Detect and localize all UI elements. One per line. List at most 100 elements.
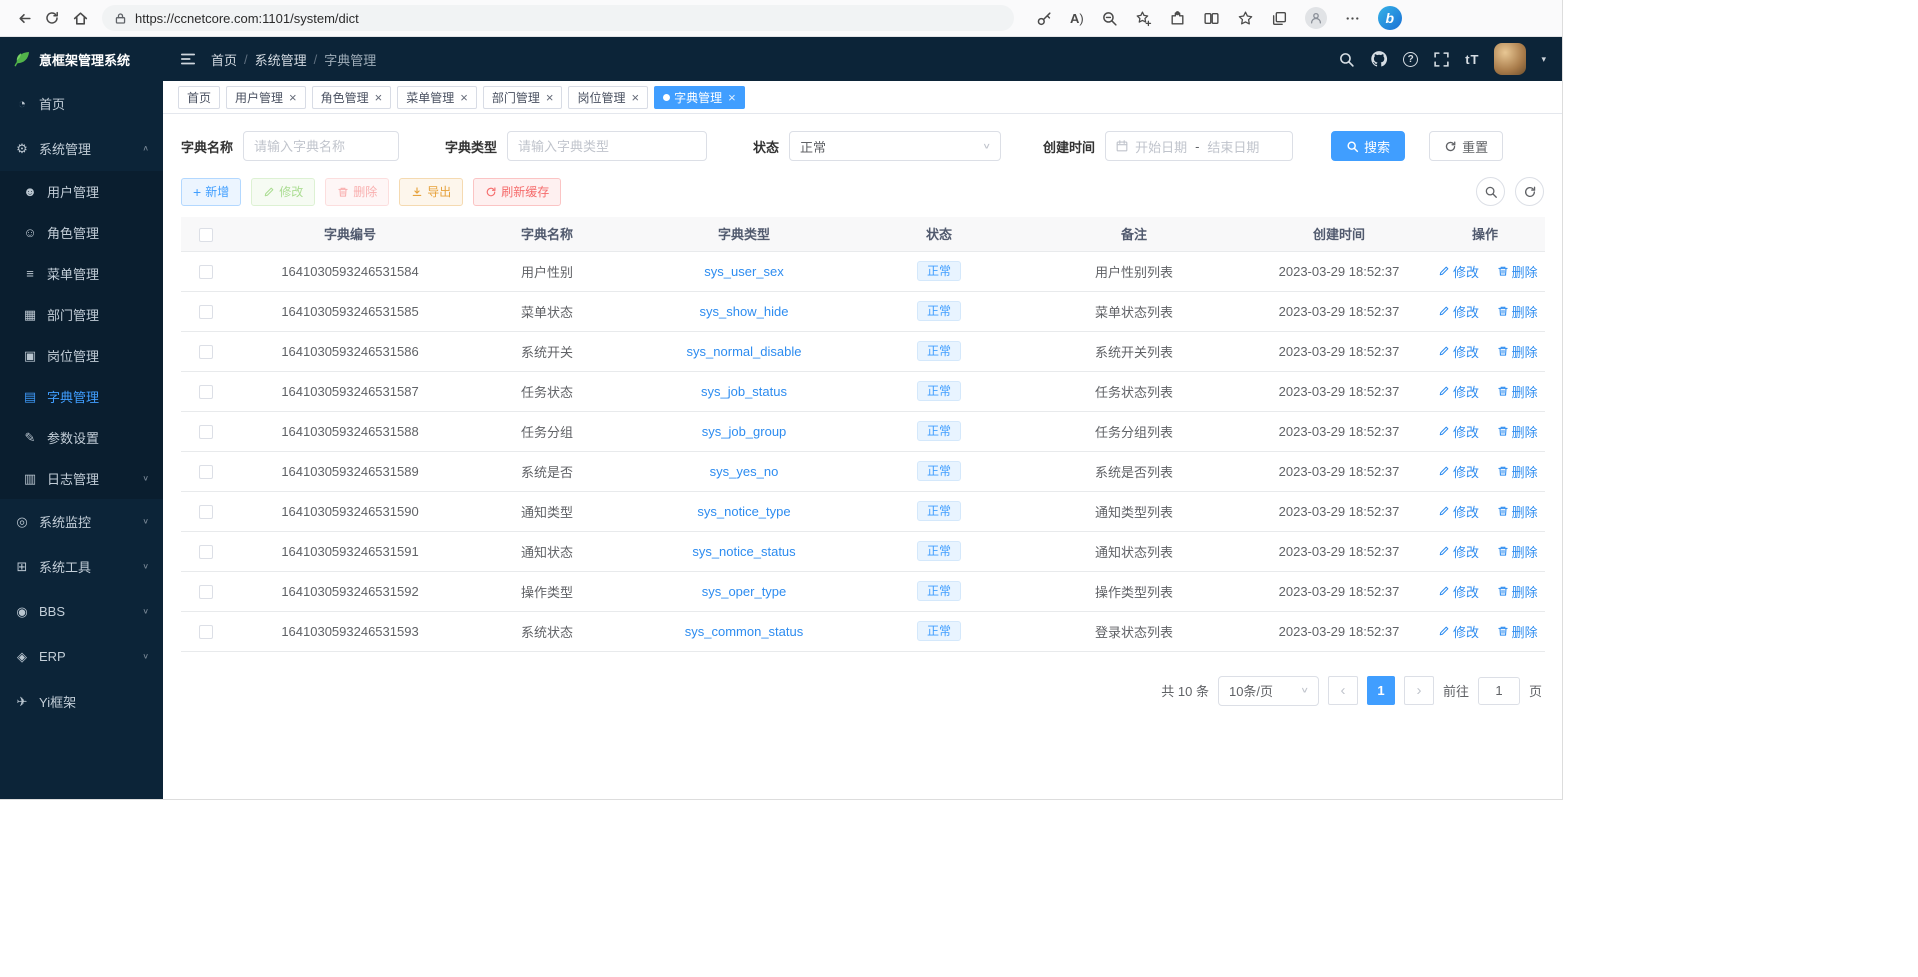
row-checkbox[interactable]	[199, 265, 213, 279]
row-edit-link[interactable]: 修改	[1438, 462, 1479, 481]
row-delete-link[interactable]: 删除	[1497, 502, 1538, 521]
sidebar-item-dept-management[interactable]: ▦部门管理	[0, 294, 163, 335]
browser-profile-avatar[interactable]	[1305, 7, 1327, 29]
sidebar-item-yi-framework[interactable]: ✈Yi框架	[0, 679, 163, 724]
date-range-picker[interactable]: 开始日期 - 结束日期	[1105, 131, 1293, 161]
github-icon[interactable]	[1370, 50, 1388, 68]
row-delete-link[interactable]: 删除	[1497, 622, 1538, 641]
dict-type-link[interactable]: sys_show_hide	[700, 304, 789, 319]
reload-button[interactable]	[38, 4, 66, 32]
row-delete-link[interactable]: 删除	[1497, 422, 1538, 441]
back-button[interactable]	[10, 4, 38, 32]
split-screen-icon[interactable]	[1203, 10, 1220, 27]
refresh-table-button[interactable]	[1515, 177, 1544, 206]
delete-button[interactable]: 删除	[325, 178, 389, 206]
reset-button[interactable]: 重置	[1429, 131, 1503, 161]
add-favorite-icon[interactable]	[1135, 10, 1152, 27]
row-edit-link[interactable]: 修改	[1438, 502, 1479, 521]
row-delete-link[interactable]: 删除	[1497, 302, 1538, 321]
row-checkbox[interactable]	[199, 305, 213, 319]
dict-type-link[interactable]: sys_normal_disable	[687, 344, 802, 359]
tab-close-icon[interactable]: ×	[631, 91, 639, 104]
current-page[interactable]: 1	[1367, 676, 1395, 705]
fullscreen-icon[interactable]	[1433, 51, 1450, 68]
header-search-icon[interactable]	[1338, 51, 1355, 68]
search-button[interactable]: 搜索	[1331, 131, 1405, 161]
dict-type-link[interactable]: sys_user_sex	[704, 264, 783, 279]
row-delete-link[interactable]: 删除	[1497, 462, 1538, 481]
bing-icon[interactable]: b	[1378, 6, 1402, 30]
dict-name-input[interactable]	[243, 131, 399, 161]
add-button[interactable]: + 新增	[181, 178, 241, 206]
row-edit-link[interactable]: 修改	[1438, 422, 1479, 441]
user-avatar[interactable]	[1494, 43, 1526, 75]
status-select[interactable]: 正常 ∨	[789, 131, 1001, 161]
sidebar-toggle-button[interactable]	[179, 50, 197, 68]
sidebar-item-system-tools[interactable]: ⊞系统工具∨	[0, 544, 163, 589]
dict-type-link[interactable]: sys_yes_no	[710, 464, 779, 479]
tab-close-icon[interactable]: ×	[289, 91, 297, 104]
sidebar-item-bbs[interactable]: ◉BBS∨	[0, 589, 163, 634]
sidebar-item-dict-management[interactable]: ▤字典管理	[0, 376, 163, 417]
address-bar[interactable]: https://ccnetcore.com:1101/system/dict	[102, 5, 1014, 31]
dict-type-link[interactable]: sys_job_group	[702, 424, 787, 439]
sidebar-item-log-management[interactable]: ▥日志管理∨	[0, 458, 163, 499]
breadcrumb-item[interactable]: 首页	[211, 50, 237, 69]
sidebar-item-param-settings[interactable]: ✎参数设置	[0, 417, 163, 458]
dict-type-link[interactable]: sys_notice_status	[692, 544, 795, 559]
tab-home[interactable]: 首页	[178, 86, 220, 109]
font-size-icon[interactable]: tT	[1465, 52, 1479, 67]
sidebar-item-user-management[interactable]: ☻用户管理	[0, 171, 163, 212]
goto-page-input[interactable]	[1478, 677, 1520, 705]
tab-dict[interactable]: 字典管理×	[654, 86, 745, 109]
tab-post[interactable]: 岗位管理×	[568, 86, 648, 109]
prev-page-button[interactable]: ‹	[1328, 676, 1358, 705]
tab-menu[interactable]: 菜单管理×	[397, 86, 477, 109]
sidebar-item-erp[interactable]: ◈ERP∨	[0, 634, 163, 679]
tab-close-icon[interactable]: ×	[546, 91, 554, 104]
tab-dept[interactable]: 部门管理×	[483, 86, 563, 109]
dict-type-link[interactable]: sys_common_status	[685, 624, 804, 639]
row-edit-link[interactable]: 修改	[1438, 582, 1479, 601]
dict-type-input[interactable]	[507, 131, 707, 161]
sidebar-item-role-management[interactable]: ☺角色管理	[0, 212, 163, 253]
sidebar-item-menu-management[interactable]: ≡菜单管理	[0, 253, 163, 294]
dict-type-link[interactable]: sys_oper_type	[702, 584, 787, 599]
extensions-icon[interactable]	[1169, 10, 1186, 27]
browser-menu-icon[interactable]	[1344, 10, 1361, 27]
row-checkbox[interactable]	[199, 505, 213, 519]
row-delete-link[interactable]: 删除	[1497, 542, 1538, 561]
row-edit-link[interactable]: 修改	[1438, 542, 1479, 561]
dict-type-link[interactable]: sys_notice_type	[697, 504, 790, 519]
dict-type-link[interactable]: sys_job_status	[701, 384, 787, 399]
toggle-search-button[interactable]	[1476, 177, 1505, 206]
zoom-out-icon[interactable]	[1101, 10, 1118, 27]
tab-user[interactable]: 用户管理×	[226, 86, 306, 109]
sidebar-item-system-monitor[interactable]: ◎系统监控∨	[0, 499, 163, 544]
sidebar-item-post-management[interactable]: ▣岗位管理	[0, 335, 163, 376]
row-checkbox[interactable]	[199, 385, 213, 399]
row-edit-link[interactable]: 修改	[1438, 382, 1479, 401]
home-button[interactable]	[66, 4, 94, 32]
row-checkbox[interactable]	[199, 425, 213, 439]
read-aloud-icon[interactable]: A)	[1070, 11, 1084, 26]
row-edit-link[interactable]: 修改	[1438, 622, 1479, 641]
breadcrumb-item[interactable]: 系统管理	[255, 50, 307, 69]
password-key-icon[interactable]	[1036, 10, 1053, 27]
collections-icon[interactable]	[1271, 10, 1288, 27]
row-delete-link[interactable]: 删除	[1497, 582, 1538, 601]
sidebar-item-system-management[interactable]: ⚙系统管理∧	[0, 126, 163, 171]
favorites-icon[interactable]	[1237, 10, 1254, 27]
row-delete-link[interactable]: 删除	[1497, 382, 1538, 401]
tab-role[interactable]: 角色管理×	[312, 86, 392, 109]
select-all-checkbox[interactable]	[199, 228, 213, 242]
row-checkbox[interactable]	[199, 345, 213, 359]
row-checkbox[interactable]	[199, 465, 213, 479]
row-delete-link[interactable]: 删除	[1497, 342, 1538, 361]
row-edit-link[interactable]: 修改	[1438, 262, 1479, 281]
export-button[interactable]: 导出	[399, 178, 463, 206]
edit-button[interactable]: 修改	[251, 178, 315, 206]
tab-close-icon[interactable]: ×	[460, 91, 468, 104]
row-checkbox[interactable]	[199, 545, 213, 559]
row-edit-link[interactable]: 修改	[1438, 302, 1479, 321]
